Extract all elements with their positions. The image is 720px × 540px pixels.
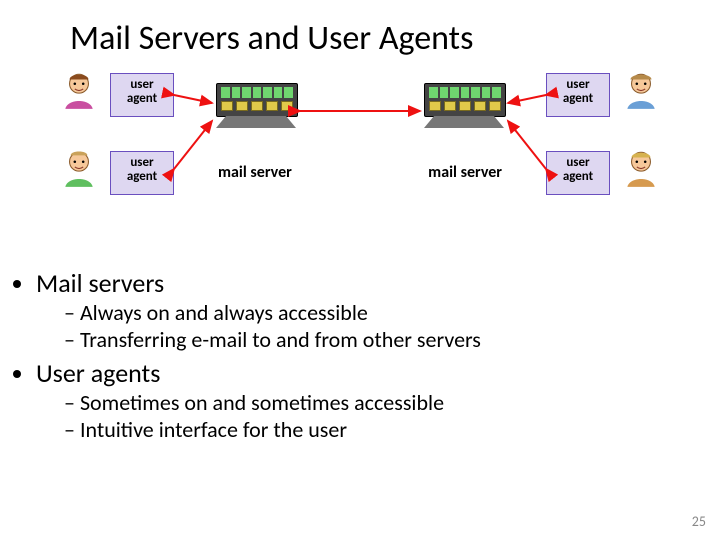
person-icon — [58, 69, 100, 111]
person-icon — [620, 69, 662, 111]
user-agent-box: user agent — [110, 73, 174, 117]
person-icon — [58, 147, 100, 189]
bullet-list: Mail servers Always on and always access… — [36, 267, 720, 443]
subbullet-item: Intuitive interface for the user — [64, 416, 720, 443]
user-agent-box: user agent — [110, 151, 174, 195]
diagram: user agent user agent user agent user ag… — [40, 65, 680, 265]
slide: Mail Servers and User Agents user agent … — [0, 0, 720, 540]
bullet-item: Mail servers Always on and always access… — [36, 267, 720, 353]
subbullet-item: Transferring e-mail to and from other se… — [64, 326, 720, 353]
mail-server-icon — [424, 83, 504, 139]
ua-label: user — [130, 77, 153, 92]
bullet-text: Sometimes on and sometimes accessible — [80, 389, 444, 416]
bullet-item: User agents Sometimes on and sometimes a… — [36, 357, 720, 443]
user-agent-box: user agent — [546, 73, 610, 117]
slide-title: Mail Servers and User Agents — [0, 0, 720, 65]
mail-server-icon — [216, 83, 296, 139]
person-icon — [620, 147, 662, 189]
ua-label: agent — [563, 169, 593, 184]
mail-server-label: mail server — [218, 163, 292, 182]
ua-label: agent — [127, 91, 157, 106]
ua-label: user — [566, 77, 589, 92]
subbullet-item: Sometimes on and sometimes accessible — [64, 389, 720, 416]
mail-server-label: mail server — [428, 163, 502, 182]
ua-label: user — [566, 155, 589, 170]
bullet-text: Intuitive interface for the user — [80, 416, 347, 443]
ua-label: agent — [127, 169, 157, 184]
page-number: 25 — [692, 513, 706, 530]
bullet-text: User agents — [36, 357, 160, 389]
ua-label: user — [130, 155, 153, 170]
bullet-text: Transferring e-mail to and from other se… — [80, 326, 481, 353]
user-agent-box: user agent — [546, 151, 610, 195]
ua-label: agent — [563, 91, 593, 106]
bullet-text: Mail servers — [36, 267, 164, 299]
subbullet-item: Always on and always accessible — [64, 299, 720, 326]
bullet-text: Always on and always accessible — [80, 299, 368, 326]
